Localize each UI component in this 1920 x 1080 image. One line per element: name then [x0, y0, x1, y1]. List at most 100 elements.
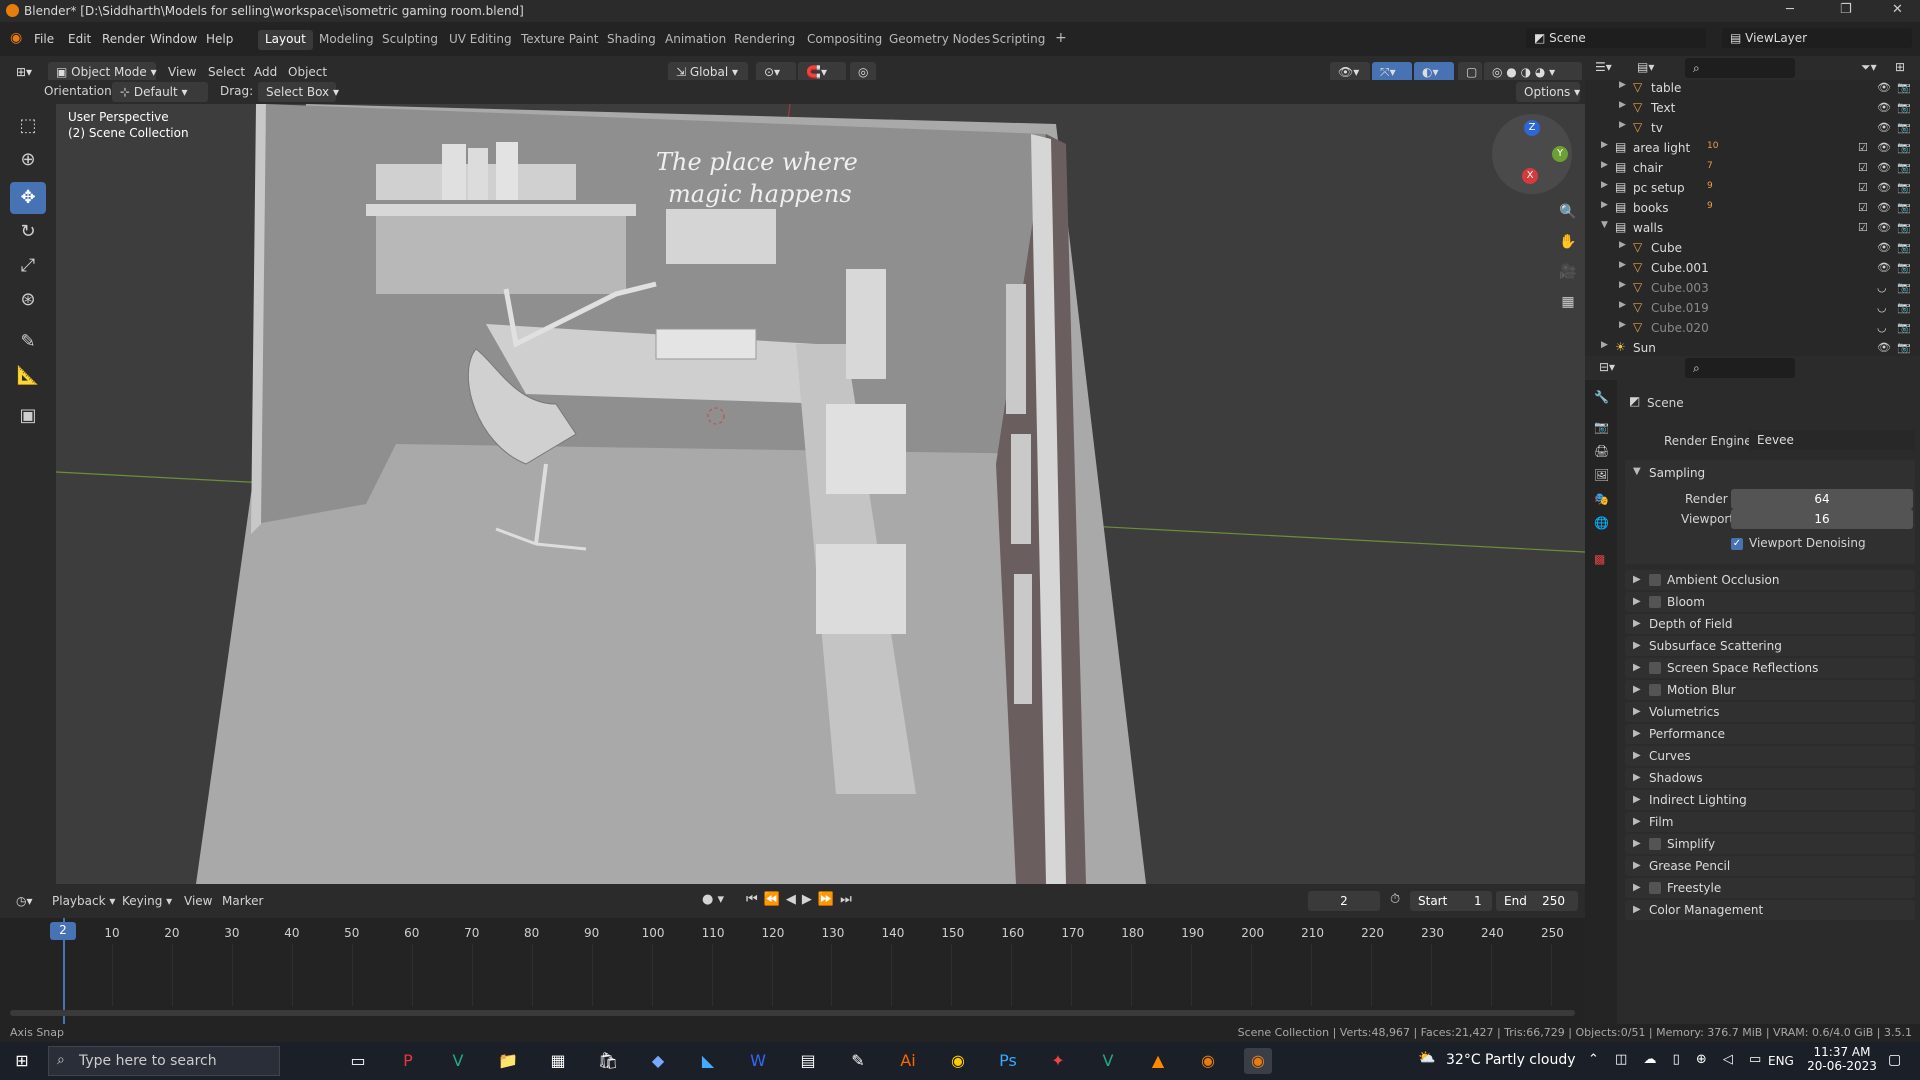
timeline[interactable]: 10 20 30 40 50 60 70 80 90 100 110 120 130 140 150 160 1… — [0, 918, 1585, 1024]
chevron-right-icon[interactable]: ▶ — [1601, 340, 1608, 350]
minimize-icon[interactable]: ─ — [1786, 2, 1794, 17]
chevron-right-icon[interactable]: ▶ — [1601, 160, 1608, 170]
outliner-row[interactable]: ▶ ▽ Cube 👁 📷 — [1585, 238, 1920, 258]
xray-icon[interactable]: ▢ — [1458, 62, 1482, 82]
3d-viewport[interactable]: The place where magic happens User Persp… — [56, 104, 1585, 884]
panel-motion-blur[interactable]: ▶ Motion Blur — [1625, 680, 1915, 700]
menu-help[interactable]: Help — [206, 32, 233, 46]
file-explorer-icon[interactable]: 📁 — [494, 1048, 522, 1074]
render-visibility-icon[interactable]: 📷 — [1897, 281, 1911, 294]
menu-file[interactable]: File — [34, 32, 54, 46]
menu-object[interactable]: Object — [288, 65, 327, 79]
exclude-checkbox[interactable]: ☑ — [1858, 221, 1868, 234]
outliner-row[interactable]: ▶ ▽ tv 👁 📷 — [1585, 118, 1920, 138]
chevron-right-icon[interactable]: ▶ — [1619, 320, 1626, 330]
add-workspace-icon[interactable]: + — [1048, 28, 1074, 48]
view-layer-tab-icon[interactable]: 🖼 — [1594, 468, 1609, 482]
app-icon-3[interactable]: ◣ — [694, 1048, 722, 1074]
tab-geometry-nodes[interactable]: Geometry Nodes — [882, 30, 997, 50]
panel-volumetrics[interactable]: ▶ Volumetrics — [1625, 702, 1915, 722]
render-visibility-icon[interactable]: 📷 — [1897, 141, 1911, 154]
tab-compositing[interactable]: Compositing — [800, 30, 889, 50]
outliner-row[interactable]: ▼ ▤ walls ☑ 👁 📷 — [1585, 218, 1920, 238]
panel-depth-of-field[interactable]: ▶ Depth of Field — [1625, 614, 1915, 634]
tab-layout[interactable]: Layout — [258, 30, 313, 50]
outliner-row[interactable]: ▶ ▤ area light 10 ☑ 👁 📷 — [1585, 138, 1920, 158]
render-visibility-icon[interactable]: 📷 — [1897, 321, 1911, 334]
tool-tab-icon[interactable]: 🔧 — [1594, 390, 1609, 404]
render-visibility-icon[interactable]: 📷 — [1897, 341, 1911, 354]
chevron-right-icon[interactable]: ▶ — [1619, 120, 1626, 130]
panel-grease-pencil[interactable]: ▶ Grease Pencil — [1625, 856, 1915, 876]
exclude-checkbox[interactable]: ☑ — [1858, 161, 1868, 174]
blender-taskbar-icon[interactable]: ◉ — [1194, 1048, 1222, 1074]
render-visibility-icon[interactable]: 📷 — [1897, 301, 1911, 314]
navigation-gizmo[interactable]: Z Y X — [1492, 114, 1572, 194]
new-collection-icon[interactable]: ⊞ — [1895, 60, 1905, 74]
menu-add[interactable]: Add — [254, 65, 277, 79]
playback-controls-icon[interactable]: ⏮⏪◀▶⏩⏭ — [746, 892, 858, 907]
drag-dropdown[interactable]: Select Box ▾ — [258, 82, 339, 102]
menu-select[interactable]: Select — [208, 65, 245, 79]
app-icon-7[interactable]: V — [1094, 1048, 1122, 1074]
panel-enable-checkbox[interactable] — [1649, 882, 1661, 894]
select-box-icon[interactable]: ⬚ — [10, 110, 46, 142]
start-frame-field[interactable]: Start 1 — [1410, 891, 1492, 911]
chevron-right-icon[interactable]: ▶ — [1619, 300, 1626, 310]
viewport-samples-field[interactable]: 16 — [1731, 509, 1913, 529]
tab-shading[interactable]: Shading — [600, 30, 663, 50]
tab-rendering[interactable]: Rendering — [727, 30, 802, 50]
overlay-toggle-icon[interactable]: ◐▾ — [1414, 62, 1454, 82]
x-axis-gizmo[interactable]: X — [1522, 168, 1538, 184]
maximize-icon[interactable]: ❐ — [1840, 2, 1852, 17]
proportional-edit-icon[interactable]: ◎ — [850, 62, 876, 82]
panel-subsurface-scattering[interactable]: ▶ Subsurface Scattering — [1625, 636, 1915, 656]
panel-bloom[interactable]: ▶ Bloom — [1625, 592, 1915, 612]
eye-icon[interactable]: 👁 — [1877, 161, 1891, 174]
panel-enable-checkbox[interactable] — [1649, 838, 1661, 850]
chevron-right-icon[interactable]: ▶ — [1619, 260, 1626, 270]
chevron-right-icon[interactable]: ▶ — [1619, 80, 1626, 90]
outliner-row[interactable]: ▶ ▽ Cube.003 ◡ 📷 — [1585, 278, 1920, 298]
panel-performance[interactable]: ▶ Performance — [1625, 724, 1915, 744]
panel-enable-checkbox[interactable] — [1649, 684, 1661, 696]
word-icon[interactable]: W — [744, 1048, 772, 1074]
tab-sculpting[interactable]: Sculpting — [375, 30, 445, 50]
outliner-row[interactable]: ▶ ▤ pc setup 9 ☑ 👁 📷 — [1585, 178, 1920, 198]
render-visibility-icon[interactable]: 📷 — [1897, 161, 1911, 174]
blender-active-taskbar-icon[interactable]: ◉ — [1244, 1048, 1272, 1074]
y-axis-gizmo[interactable]: Y — [1552, 146, 1568, 162]
timeline-editor-icon[interactable]: ◷▾ — [8, 891, 42, 911]
tab-modeling[interactable]: Modeling — [312, 30, 381, 50]
exclude-checkbox[interactable]: ☑ — [1858, 201, 1868, 214]
z-axis-gizmo[interactable]: Z — [1524, 120, 1540, 136]
notifications-icon[interactable]: ▢ — [1888, 1052, 1901, 1068]
taskbar-search-input[interactable]: ⌕ Type here to search — [48, 1046, 280, 1076]
panel-shadows[interactable]: ▶ Shadows — [1625, 768, 1915, 788]
tab-texture-paint[interactable]: Texture Paint — [514, 30, 605, 50]
viewlayer-selector[interactable]: ▤ ViewLayer — [1722, 28, 1912, 48]
outliner-row[interactable]: ▶ ▽ table 👁 📷 — [1585, 78, 1920, 98]
panel-screen-space-reflections[interactable]: ▶ Screen Space Reflections — [1625, 658, 1915, 678]
panel-ambient-occlusion[interactable]: ▶ Ambient Occlusion — [1625, 570, 1915, 590]
current-frame-field[interactable]: 2 — [1308, 891, 1380, 911]
panel-enable-checkbox[interactable] — [1649, 596, 1661, 608]
app-icon-5[interactable]: ✎ — [844, 1048, 872, 1074]
panel-color-management[interactable]: ▶ Color Management — [1625, 900, 1915, 920]
tab-scripting[interactable]: Scripting — [985, 30, 1052, 50]
denoising-checkbox[interactable]: ✓ — [1731, 538, 1743, 550]
playhead-frame-label[interactable]: 2 — [50, 922, 76, 940]
visibility-icon[interactable]: 👁▾ — [1330, 62, 1370, 82]
render-visibility-icon[interactable]: 📷 — [1897, 221, 1911, 234]
panel-freestyle[interactable]: ▶ Freestyle — [1625, 878, 1915, 898]
app-icon[interactable]: ▦ — [544, 1048, 572, 1074]
eye-icon[interactable]: 👁 — [1877, 221, 1891, 234]
add-cube-icon[interactable]: ▣ — [10, 400, 46, 432]
app-icon-4[interactable]: ▤ — [794, 1048, 822, 1074]
menu-window[interactable]: Window — [150, 32, 197, 46]
vlc-icon[interactable]: ▲ — [1144, 1048, 1172, 1074]
measure-icon[interactable]: 📐 — [10, 360, 46, 392]
chevron-right-icon[interactable]: ▶ — [1601, 200, 1608, 210]
panel-simplify[interactable]: ▶ Simplify — [1625, 834, 1915, 854]
outliner-editor-icon[interactable]: ☰▾ — [1595, 60, 1612, 74]
